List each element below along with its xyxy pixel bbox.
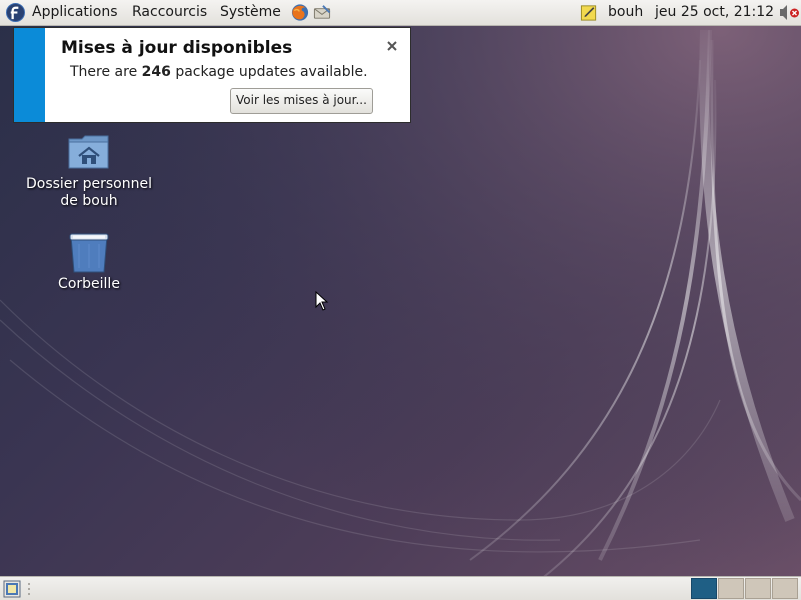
workspace-2[interactable] xyxy=(718,578,744,599)
fedora-logo-icon[interactable] xyxy=(6,3,25,22)
workspace-3[interactable] xyxy=(745,578,771,599)
home-folder[interactable]: Dossier personnel de bouh xyxy=(14,133,164,210)
user-name[interactable]: bouh xyxy=(608,4,643,20)
workspace-1[interactable] xyxy=(691,578,717,599)
mouse-pointer-icon xyxy=(315,291,329,311)
home-folder-label-line1: Dossier personnel xyxy=(25,176,152,192)
menu-applications[interactable]: Applications xyxy=(32,4,118,20)
network-disconnected-icon[interactable] xyxy=(789,3,800,22)
menu-places[interactable]: Raccourcis xyxy=(132,4,207,20)
notes-tray-icon[interactable] xyxy=(579,3,599,22)
home-folder-icon xyxy=(68,135,109,169)
notification-body: There are 246 package updates available. xyxy=(70,64,368,80)
trash-icon xyxy=(69,233,109,273)
menu-system[interactable]: Système xyxy=(220,4,281,20)
notification-title: Mises à jour disponibles xyxy=(61,38,293,58)
top-panel: Applications Raccourcis Système bouh jeu… xyxy=(0,0,801,26)
notification-body-prefix: There are xyxy=(70,64,142,80)
close-icon[interactable] xyxy=(386,40,398,52)
home-folder-label-line2: de bouh xyxy=(60,193,118,209)
trash-label: Corbeille xyxy=(58,276,120,292)
clock[interactable]: jeu 25 oct, 21:12 xyxy=(655,4,774,20)
firefox-launcher-icon[interactable] xyxy=(290,3,310,22)
volume-icon[interactable] xyxy=(778,3,788,22)
update-notification: Mises à jour disponibles There are 246 p… xyxy=(13,27,411,123)
desktop-screen: Applications Raccourcis Système bouh jeu… xyxy=(0,0,801,600)
bottom-panel xyxy=(0,576,801,600)
show-desktop-icon[interactable] xyxy=(3,580,21,598)
panel-drag-handle-icon[interactable] xyxy=(27,582,31,596)
workspace-4[interactable] xyxy=(772,578,798,599)
mail-launcher-icon[interactable] xyxy=(312,3,332,22)
trash[interactable]: Corbeille xyxy=(14,232,164,293)
view-updates-button[interactable]: Voir les mises à jour... xyxy=(230,88,373,114)
update-count: 246 xyxy=(141,64,171,80)
notification-body-suffix: package updates available. xyxy=(170,64,368,80)
notification-accent-stripe xyxy=(14,28,45,122)
